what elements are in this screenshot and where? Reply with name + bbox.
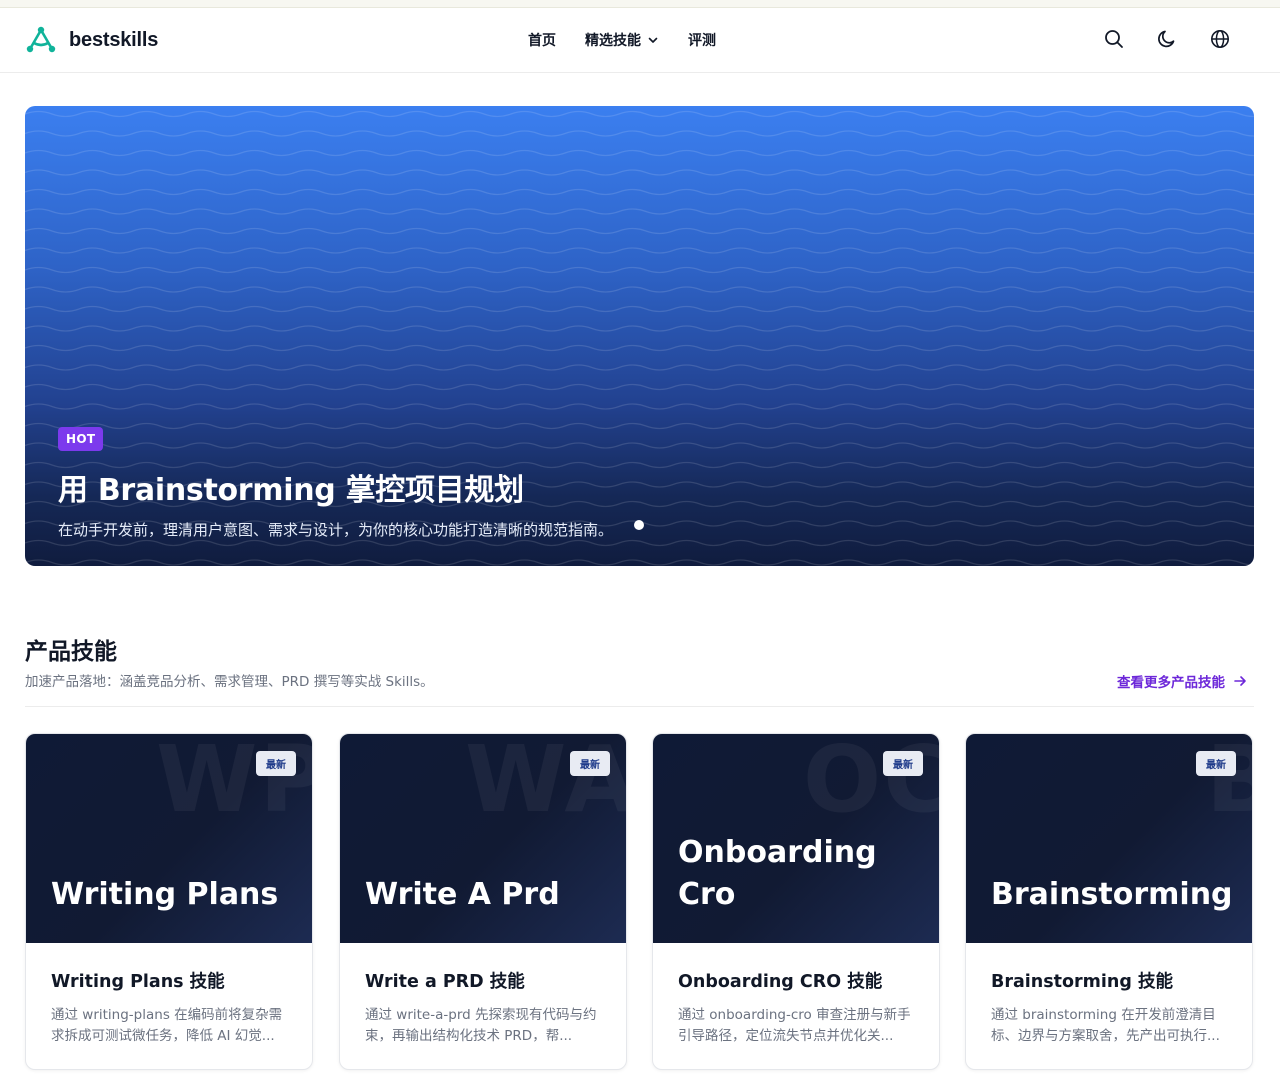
- card-description: 通过 brainstorming 在开发前澄清目标、边界与方案取舍，先产出可执行…: [991, 1007, 1220, 1044]
- card-title: Brainstorming 技能: [991, 972, 1173, 992]
- card-cover: WA 最新 Write A Prd: [340, 734, 626, 943]
- card-description: 通过 onboarding-cro 审查注册与新手引导路径，定位流失节点并优化关…: [678, 1007, 911, 1044]
- view-more-label: 查看更多产品技能: [1117, 675, 1225, 691]
- brand-name: bestskills: [69, 28, 159, 51]
- card-body: Brainstorming 技能 通过 brainstorming 在开发前澄清…: [966, 943, 1252, 1047]
- nav-item-label: 评测: [688, 33, 716, 49]
- arrow-right-icon: [1234, 676, 1246, 686]
- section-divider: [25, 706, 1254, 707]
- card-watermark: OC: [803, 734, 939, 833]
- card-watermark: B: [1206, 734, 1252, 826]
- search-icon[interactable]: [1103, 28, 1125, 50]
- chevron-down-icon: [648, 37, 658, 43]
- section-title: 产品技能: [25, 639, 117, 665]
- card-description: 通过 write-a-prd 先探索现有代码与约束，再输出结构化技术 PRD，帮…: [365, 1007, 597, 1044]
- skill-card[interactable]: WP 最新 Writing Plans Writing Plans 技能 通过 …: [25, 733, 313, 1070]
- wave-line: [25, 110, 1254, 118]
- new-badge: 最新: [570, 751, 610, 776]
- skill-card[interactable]: OC 最新 Onboarding Cro Onboarding CRO 技能 通…: [652, 733, 940, 1070]
- wave-line: [25, 539, 1254, 547]
- wave-line: [25, 403, 1254, 410]
- card-body: Write a PRD 技能 通过 write-a-prd 先探索现有代码与约束…: [340, 943, 626, 1047]
- hero-subtitle: 在动手开发前，理清用户意图、需求与设计，为你的核心功能打造清晰的规范指南。: [58, 521, 614, 539]
- hot-badge: HOT: [58, 427, 104, 451]
- wave-line: [25, 383, 1254, 391]
- card-body: Onboarding CRO 技能 通过 onboarding-cro 审查注册…: [653, 943, 939, 1047]
- card-cover-title: Writing Plans: [51, 877, 279, 912]
- hero-banner[interactable]: HOT 用 Brainstorming 掌控项目规划 在动手开发前，理清用户意图…: [25, 106, 1254, 566]
- hero-content: HOT 用 Brainstorming 掌控项目规划 在动手开发前，理清用户意图…: [58, 427, 613, 540]
- nav-item-home[interactable]: 首页: [528, 30, 556, 50]
- card-title: Onboarding CRO 技能: [678, 972, 883, 992]
- wave-line: [25, 188, 1254, 196]
- nav-item-reviews[interactable]: 评测: [688, 30, 716, 50]
- wave-line: [25, 364, 1254, 371]
- card-watermark: WA: [465, 734, 626, 833]
- globe-icon[interactable]: [1209, 28, 1231, 50]
- wave-line: [25, 559, 1254, 566]
- wave-line: [25, 286, 1254, 293]
- wave-line: [25, 227, 1254, 235]
- wave-line: [25, 169, 1254, 176]
- card-cover: WP 最新 Writing Plans: [26, 734, 312, 943]
- brand-logo[interactable]: bestskills: [25, 24, 158, 56]
- card-title: Writing Plans 技能: [51, 972, 225, 992]
- card-title: Write a PRD 技能: [365, 972, 525, 992]
- card-cover-title: Brainstorming: [991, 877, 1233, 912]
- wave-line: [25, 266, 1254, 274]
- browser-top-strip: [0, 0, 1280, 8]
- card-description: 通过 writing-plans 在编码前将复杂需求拆成可测试微任务，降低 AI…: [51, 1007, 283, 1044]
- wave-line: [25, 305, 1254, 313]
- wave-line: [25, 149, 1254, 157]
- hero-title: 用 Brainstorming 掌控项目规划: [58, 473, 524, 508]
- wave-line: [25, 344, 1254, 352]
- skill-card[interactable]: WA 最新 Write A Prd Write a PRD 技能 通过 writ…: [339, 733, 627, 1070]
- wave-line: [25, 130, 1254, 137]
- moon-icon[interactable]: [1156, 28, 1178, 50]
- wave-line: [25, 247, 1254, 254]
- main-nav: 首页 精选技能 评测: [528, 30, 716, 50]
- header-actions: [1103, 28, 1231, 50]
- new-badge: 最新: [883, 751, 923, 776]
- nav-item-label: 首页: [528, 33, 556, 49]
- card-cover-title: Onboarding Cro: [678, 835, 877, 912]
- card-watermark: WP: [156, 734, 312, 833]
- new-badge: 最新: [1196, 751, 1236, 776]
- new-badge: 最新: [256, 751, 296, 776]
- card-cover: B 最新 Brainstorming: [966, 734, 1252, 943]
- nav-item-featured-skills[interactable]: 精选技能: [585, 30, 659, 50]
- card-cover: OC 最新 Onboarding Cro: [653, 734, 939, 943]
- wave-line: [25, 208, 1254, 215]
- skill-card[interactable]: B 最新 Brainstorming Brainstorming 技能 通过 b…: [965, 733, 1253, 1070]
- section-description: 加速产品落地：涵盖竞品分析、需求管理、PRD 撰写等实战 Skills。: [25, 674, 434, 690]
- cursor-dot: [634, 520, 644, 530]
- logo-icon: [26, 26, 56, 53]
- wave-line: [25, 325, 1254, 332]
- nav-item-label: 精选技能: [585, 33, 641, 49]
- card-body: Writing Plans 技能 通过 writing-plans 在编码前将复…: [26, 943, 312, 1047]
- card-cover-title: Write A Prd: [365, 877, 560, 912]
- view-more-link[interactable]: 查看更多产品技能: [1117, 671, 1247, 691]
- site-header: bestskills 首页 精选技能 评测: [0, 8, 1280, 73]
